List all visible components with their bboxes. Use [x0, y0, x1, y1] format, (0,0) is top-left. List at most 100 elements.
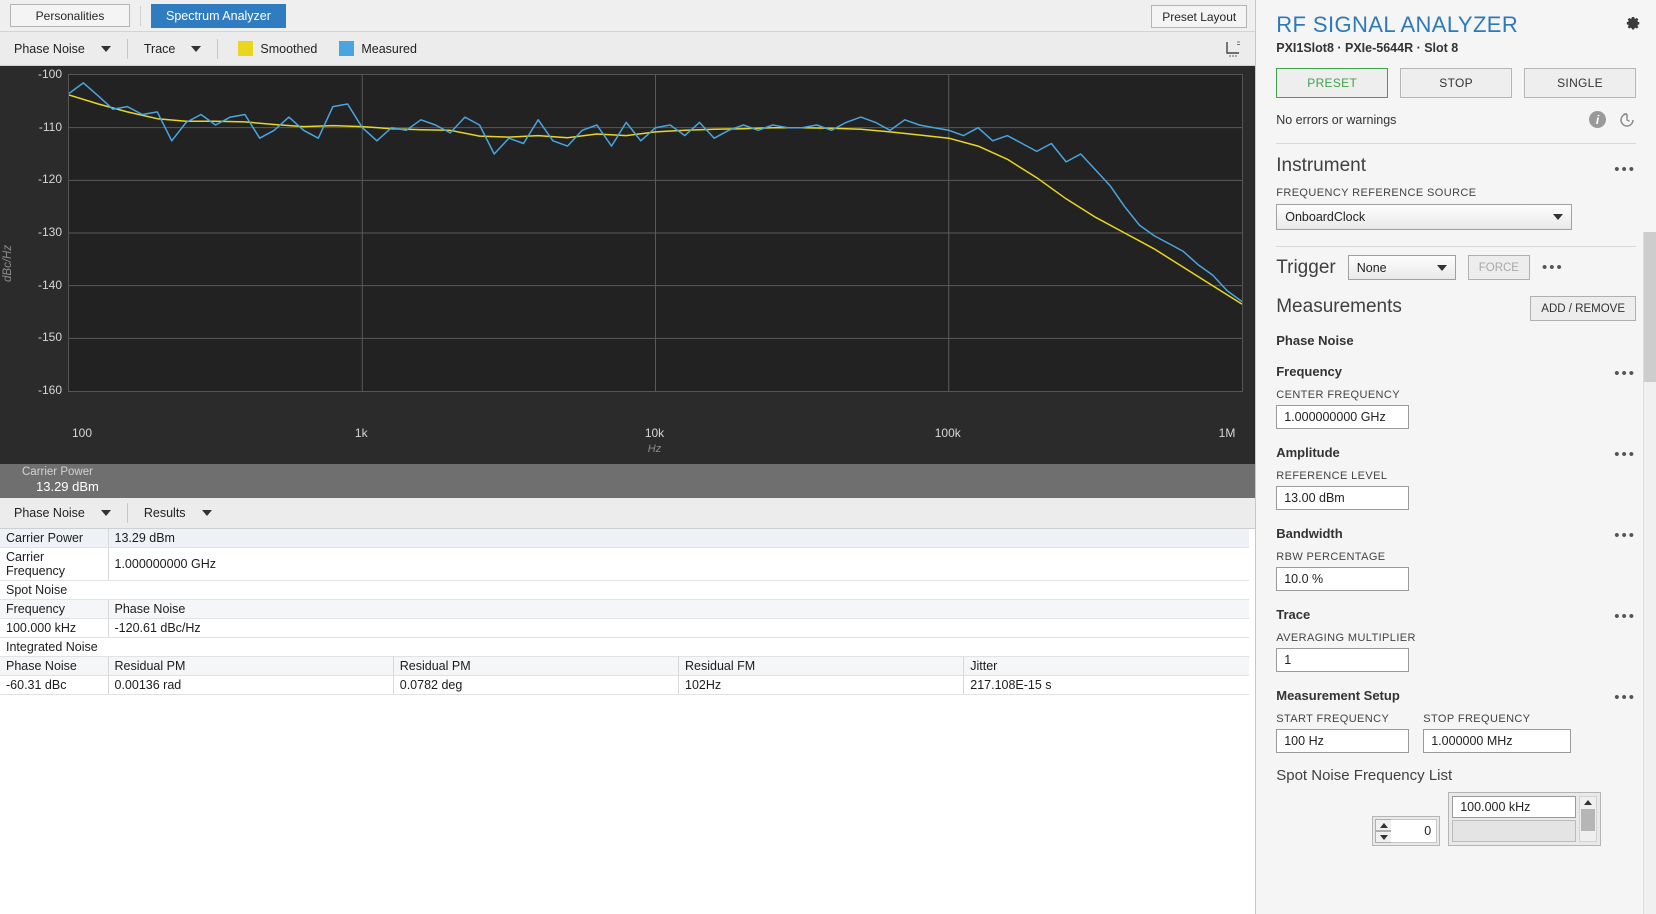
- spot-noise-index-stepper[interactable]: 0: [1372, 816, 1441, 846]
- section-row: Integrated Noise: [0, 637, 1249, 657]
- measurement-setup-title: Measurement Setup: [1276, 688, 1400, 703]
- freq-ref-caption: FREQUENCY REFERENCE SOURCE: [1276, 187, 1477, 199]
- single-button[interactable]: SINGLE: [1524, 68, 1636, 98]
- tab-spectrum-analyzer[interactable]: Spectrum Analyzer: [151, 3, 286, 28]
- settings-pane[interactable]: RF SIGNAL ANALYZER PXI1Slot8 · PXIe-5644…: [1255, 0, 1656, 914]
- measurements-section-header: Measurements ADD / REMOVE: [1276, 282, 1636, 321]
- results-table: Carrier Power 13.29 dBm Carrier Frequency 1…: [0, 529, 1249, 695]
- results-view-label: Results: [143, 506, 186, 520]
- triangle-up-icon[interactable]: [1584, 800, 1593, 805]
- more-options-icon[interactable]: •••: [1614, 366, 1636, 381]
- plot-area[interactable]: [68, 74, 1243, 392]
- legend-label-measured: Measured: [361, 41, 417, 56]
- spot-noise-section-title: Spot Noise: [0, 580, 1249, 600]
- stop-frequency-input[interactable]: 1.000000 MHz: [1423, 729, 1572, 753]
- chevron-down-icon: [1436, 264, 1447, 271]
- toolbar-divider: [126, 503, 128, 523]
- more-options-icon[interactable]: •••: [1614, 447, 1636, 462]
- force-trigger-button[interactable]: FORCE: [1467, 255, 1530, 280]
- status-row: No errors or warnings i: [1276, 111, 1636, 129]
- results-measurement-dropdown[interactable]: Phase Noise: [10, 504, 115, 522]
- more-options-icon[interactable]: •••: [1614, 609, 1636, 624]
- trigger-type-value: None: [1356, 260, 1387, 275]
- amplitude-section-header: Amplitude •••: [1276, 429, 1636, 462]
- trigger-type-select[interactable]: None: [1347, 255, 1456, 280]
- table-row: Carrier Frequency 1.000000000 GHz: [0, 547, 1249, 581]
- carrier-power-band: Carrier Power 13.29 dBm: [0, 464, 1256, 498]
- y-tick-label: -130: [37, 225, 62, 239]
- measurement-setup-section-header: Measurement Setup •••: [1276, 672, 1636, 705]
- chevron-down-icon: [201, 510, 212, 516]
- integrated-noise-value-4: 217.108E-15 s: [963, 675, 1249, 695]
- y-axis-label: dBc/Hz: [2, 244, 14, 282]
- center-frequency-input[interactable]: 1.000000000 GHz: [1276, 405, 1410, 429]
- averaging-multiplier-input[interactable]: 1: [1276, 648, 1410, 672]
- gear-icon[interactable]: [1622, 14, 1642, 34]
- spot-noise-scrollbar[interactable]: [1579, 796, 1598, 842]
- carrier-power-value: 13.29 dBm: [36, 479, 99, 494]
- settings-content: RF SIGNAL ANALYZER PXI1Slot8 · PXIe-5644…: [1256, 0, 1656, 846]
- legend-smoothed[interactable]: Smoothed: [238, 41, 317, 56]
- add-remove-measurements-button[interactable]: ADD / REMOVE: [1530, 296, 1636, 321]
- toolbar-divider: [126, 38, 128, 59]
- start-frequency-caption: START FREQUENCY: [1276, 713, 1390, 725]
- cursor-legend-icon[interactable]: [1223, 39, 1243, 59]
- app-root: Personalities Spectrum Analyzer Preset L…: [0, 0, 1656, 914]
- y-tick-label: -150: [37, 330, 62, 345]
- start-frequency-input[interactable]: 100 Hz: [1276, 729, 1410, 753]
- table-header-row: Frequency Phase Noise: [0, 599, 1249, 619]
- settings-scrollbar-thumb[interactable]: [1644, 232, 1656, 382]
- spot-noise-frequency-listbox[interactable]: 100.000 kHz: [1448, 792, 1602, 846]
- main-pane: Personalities Spectrum Analyzer Preset L…: [0, 0, 1256, 914]
- start-frequency-group: START FREQUENCY 100 Hz: [1276, 703, 1410, 753]
- spot-noise-item-1[interactable]: [1452, 820, 1577, 842]
- integrated-noise-value-3: 102Hz: [678, 675, 965, 695]
- more-options-icon[interactable]: •••: [1614, 528, 1636, 543]
- scrollbar-thumb[interactable]: [1581, 809, 1596, 831]
- phase-noise-graph[interactable]: dBc/Hz -100 -110 -120 -130 -140 -150 -160: [0, 66, 1256, 422]
- personalities-button[interactable]: Personalities: [10, 4, 130, 27]
- trigger-section: Trigger None FORCE •••: [1276, 255, 1636, 280]
- instrument-title: Instrument: [1276, 155, 1366, 176]
- chevron-down-icon: [191, 45, 202, 52]
- more-options-icon[interactable]: •••: [1542, 260, 1564, 275]
- trace-section-header: Trace •••: [1276, 591, 1636, 624]
- spot-noise-header-phase-noise: Phase Noise: [108, 599, 1249, 619]
- results-view-dropdown[interactable]: Results: [140, 504, 216, 522]
- summary-label: Carrier Frequency: [0, 547, 109, 581]
- spot-noise-phase-noise-value: -120.61 dBc/Hz: [108, 618, 1249, 638]
- history-icon[interactable]: [1618, 111, 1636, 129]
- chevron-down-icon: [1553, 214, 1564, 220]
- y-tick-label: -100: [37, 67, 62, 81]
- integrated-noise-value-0: -60.31 dBc: [0, 675, 109, 695]
- x-tick-label: 100k: [934, 426, 961, 440]
- preset-button[interactable]: PRESET: [1276, 68, 1389, 98]
- x-axis: 100 1k 10k 100k 1M Hz: [0, 422, 1256, 464]
- table-row: Carrier Power 13.29 dBm: [0, 529, 1249, 548]
- measurements-title: Measurements: [1276, 296, 1402, 317]
- triangle-down-icon: [1380, 834, 1389, 840]
- chart-measurement-dropdown[interactable]: Phase Noise: [10, 40, 115, 58]
- more-options-icon[interactable]: •••: [1614, 690, 1636, 705]
- integrated-noise-header-1: Residual PM: [108, 656, 394, 676]
- triangle-up-icon: [1380, 822, 1389, 828]
- preset-layout-button[interactable]: Preset Layout: [1151, 5, 1248, 28]
- chart-trace-dropdown[interactable]: Trace: [140, 40, 206, 58]
- active-measurement-label: Phase Noise: [1276, 333, 1354, 348]
- more-options-icon[interactable]: •••: [1614, 162, 1636, 177]
- spot-noise-item-0[interactable]: 100.000 kHz: [1452, 796, 1577, 818]
- stop-button[interactable]: STOP: [1400, 68, 1513, 98]
- instrument-section-header: Instrument •••: [1276, 144, 1636, 177]
- info-icon[interactable]: i: [1589, 111, 1606, 128]
- stop-frequency-caption: STOP FREQUENCY: [1423, 713, 1531, 725]
- integrated-noise-value-1: 0.00136 rad: [108, 675, 394, 695]
- reference-level-caption: REFERENCE LEVEL: [1276, 470, 1388, 482]
- y-tick-label: -120: [37, 172, 62, 187]
- reference-level-input[interactable]: 13.00 dBm: [1276, 486, 1410, 510]
- frequency-reference-source-select[interactable]: OnboardClock: [1276, 204, 1573, 230]
- rbw-percentage-input[interactable]: 10.0 %: [1276, 567, 1410, 591]
- legend-measured[interactable]: Measured: [339, 41, 417, 56]
- spot-noise-index-value[interactable]: 0: [1391, 819, 1438, 843]
- x-axis-label: Hz: [647, 443, 662, 455]
- legend-label-smoothed: Smoothed: [260, 41, 318, 56]
